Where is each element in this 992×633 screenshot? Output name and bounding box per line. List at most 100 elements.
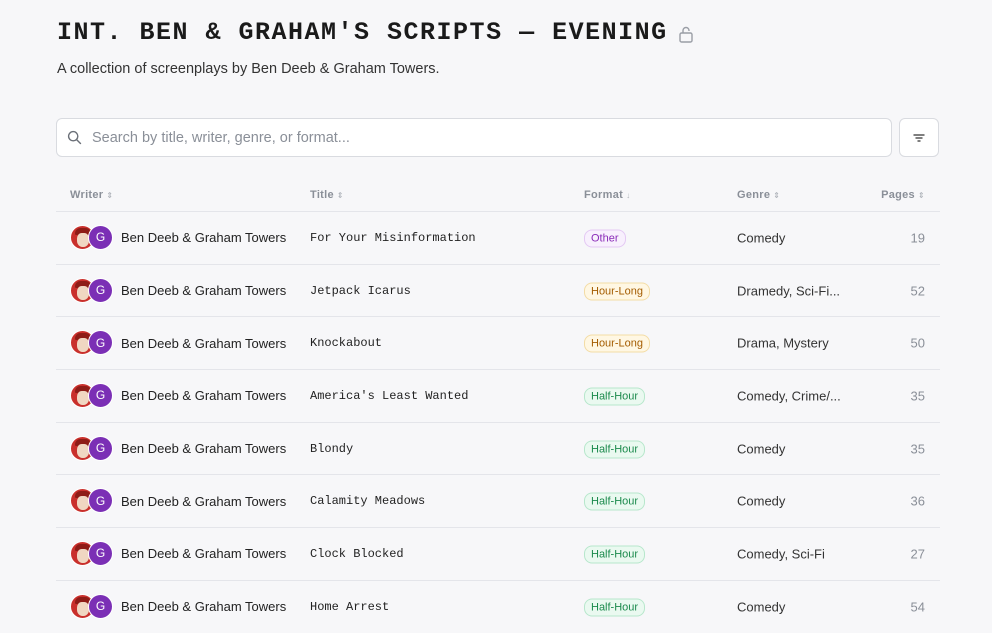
format-cell: Half-Hour xyxy=(584,386,646,406)
format-cell: Hour-Long xyxy=(584,334,650,353)
format-cell: Half-Hour xyxy=(584,492,646,511)
writer-name: Ben Deeb & Graham Towers xyxy=(121,441,287,457)
writer-name: Ben Deeb & Graham Towers xyxy=(121,230,287,246)
writer-name: Ben Deeb & Graham Towers xyxy=(121,493,287,509)
format-cell: Half-Hour xyxy=(584,439,646,459)
avatar-graham: G xyxy=(88,593,113,619)
script-title[interactable]: America's Least Wanted xyxy=(310,389,468,403)
page-header: INT. BEN & GRAHAM'S SCRIPTS — EVENING A … xyxy=(57,18,694,77)
writer-cell: G Ben Deeb & Graham Towers xyxy=(70,382,287,409)
search-icon xyxy=(67,130,82,145)
script-title[interactable]: For Your Misinformation xyxy=(310,231,476,245)
pages-cell: 35 xyxy=(910,388,925,404)
filter-button[interactable] xyxy=(899,118,939,157)
pages-cell: 19 xyxy=(910,230,925,246)
table-row[interactable]: G Ben Deeb & Graham Towers America's Lea… xyxy=(56,370,940,423)
table-row[interactable]: G Ben Deeb & Graham Towers Jetpack Icaru… xyxy=(56,265,940,318)
format-badge: Half-Hour xyxy=(584,545,646,564)
genre-cell: Comedy xyxy=(737,441,786,457)
table-row[interactable]: G Ben Deeb & Graham Towers Blondy Half-H… xyxy=(56,423,940,476)
sort-down-icon: ↓ xyxy=(626,190,631,200)
table-header: Writer ⇕ Title ⇕ Format ↓ Genre ⇕ Pages ⇕ xyxy=(56,178,940,212)
script-title[interactable]: Home Arrest xyxy=(310,600,389,614)
writer-name: Ben Deeb & Graham Towers xyxy=(121,388,287,404)
avatar-group: G xyxy=(70,593,114,620)
search-input[interactable] xyxy=(92,129,852,146)
table-row[interactable]: G Ben Deeb & Graham Towers Calamity Mead… xyxy=(56,475,940,529)
genre-cell: Drama, Mystery xyxy=(737,335,829,351)
column-header-genre[interactable]: Genre ⇕ xyxy=(737,189,780,201)
format-badge: Hour-Long xyxy=(584,334,650,353)
pages-cell: 52 xyxy=(910,283,925,299)
format-badge: Other xyxy=(584,229,626,248)
genre-cell: Comedy, Crime/... xyxy=(737,388,841,404)
writer-cell: G Ben Deeb & Graham Towers xyxy=(70,540,287,567)
avatar-group: G xyxy=(70,382,114,409)
avatar-graham: G xyxy=(88,277,113,303)
script-title[interactable]: Clock Blocked xyxy=(310,547,404,561)
format-cell: Other xyxy=(584,228,626,248)
page-title: INT. BEN & GRAHAM'S SCRIPTS — EVENING xyxy=(57,18,668,47)
format-badge: Hour-Long xyxy=(584,282,650,301)
format-badge: Half-Hour xyxy=(584,598,646,617)
table-row[interactable]: G Ben Deeb & Graham Towers Clock Blocked… xyxy=(56,528,940,581)
sort-icon: ⇕ xyxy=(773,190,781,200)
writer-cell: G Ben Deeb & Graham Towers xyxy=(70,488,286,514)
avatar-graham: G xyxy=(88,488,113,514)
avatar-graham: G xyxy=(88,382,113,408)
column-header-pages[interactable]: Pages ⇕ xyxy=(881,189,925,201)
avatar-graham: G xyxy=(88,330,113,356)
column-header-title[interactable]: Title ⇕ xyxy=(310,189,344,201)
writer-cell: G Ben Deeb & Graham Towers xyxy=(70,330,286,356)
writer-name: Ben Deeb & Graham Towers xyxy=(121,599,287,615)
genre-cell: Comedy xyxy=(737,230,786,246)
table-body: G Ben Deeb & Graham Towers For Your Misi… xyxy=(56,212,940,633)
avatar-graham: G xyxy=(88,540,113,566)
page-subtitle: A collection of screenplays by Ben Deeb … xyxy=(57,61,440,77)
table-row[interactable]: G Ben Deeb & Graham Towers Home Arrest H… xyxy=(56,581,940,633)
avatar-group: G xyxy=(70,224,114,251)
script-title[interactable]: Knockabout xyxy=(310,336,382,350)
format-badge: Half-Hour xyxy=(584,387,646,406)
writer-cell: G Ben Deeb & Graham Towers xyxy=(70,435,287,462)
avatar-group: G xyxy=(70,488,114,514)
writer-cell: G Ben Deeb & Graham Towers xyxy=(70,224,287,251)
filter-icon xyxy=(913,133,925,142)
sort-icon: ⇕ xyxy=(917,190,925,200)
writer-name: Ben Deeb & Graham Towers xyxy=(121,335,287,351)
avatar-group: G xyxy=(70,330,114,356)
genre-cell: Comedy, Sci-Fi xyxy=(737,546,825,562)
title-row: INT. BEN & GRAHAM'S SCRIPTS — EVENING xyxy=(57,18,694,47)
script-title[interactable]: Calamity Meadows xyxy=(310,494,425,508)
column-header-writer[interactable]: Writer ⇕ xyxy=(70,189,113,201)
script-title[interactable]: Blondy xyxy=(310,442,353,456)
format-cell: Half-Hour xyxy=(584,597,646,617)
column-header-format[interactable]: Format ↓ xyxy=(584,189,630,201)
avatar-group: G xyxy=(70,277,114,304)
scripts-table: Writer ⇕ Title ⇕ Format ↓ Genre ⇕ Pages ⇕ G B… xyxy=(56,178,940,633)
sort-icon: ⇕ xyxy=(336,190,344,200)
avatar-graham: G xyxy=(88,435,113,461)
pages-cell: 27 xyxy=(910,546,925,562)
sort-icon: ⇕ xyxy=(106,190,114,200)
table-row[interactable]: G Ben Deeb & Graham Towers Knockabout Ho… xyxy=(56,317,940,371)
format-cell: Hour-Long xyxy=(584,281,650,301)
genre-cell: Comedy xyxy=(737,599,786,615)
writer-name: Ben Deeb & Graham Towers xyxy=(121,546,287,562)
table-row[interactable]: G Ben Deeb & Graham Towers For Your Misi… xyxy=(56,212,940,265)
pages-cell: 35 xyxy=(910,441,925,457)
avatar-group: G xyxy=(70,435,114,462)
genre-cell: Comedy xyxy=(737,493,786,509)
writer-name: Ben Deeb & Graham Towers xyxy=(121,283,287,299)
script-title[interactable]: Jetpack Icarus xyxy=(310,284,411,298)
search-box[interactable] xyxy=(56,118,892,157)
format-cell: Half-Hour xyxy=(584,544,646,564)
format-badge: Half-Hour xyxy=(584,492,646,511)
format-badge: Half-Hour xyxy=(584,440,646,459)
genre-cell: Dramedy, Sci-Fi... xyxy=(737,283,841,299)
pages-cell: 54 xyxy=(910,599,925,615)
writer-cell: G Ben Deeb & Graham Towers xyxy=(70,277,287,304)
avatar-graham: G xyxy=(88,224,113,250)
avatar-group: G xyxy=(70,540,114,567)
pages-cell: 50 xyxy=(910,335,925,351)
